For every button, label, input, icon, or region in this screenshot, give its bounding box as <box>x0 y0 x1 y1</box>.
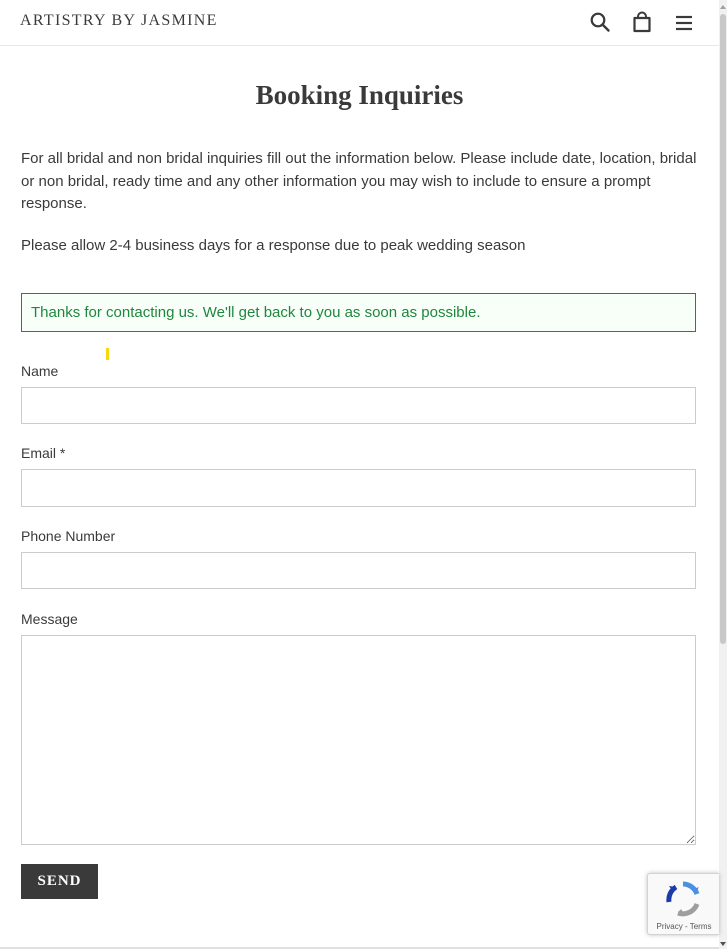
name-input[interactable] <box>21 387 696 424</box>
phone-label: Phone Number <box>21 528 116 544</box>
scroll-up-arrow-icon[interactable] <box>719 0 727 12</box>
scrollbar-thumb[interactable] <box>720 14 726 644</box>
page-title: Booking Inquiries <box>255 80 464 110</box>
scroll-down-arrow-icon[interactable] <box>719 937 727 949</box>
recaptcha-separator: - <box>682 922 690 931</box>
notice-text: Please allow 2-4 business days for a res… <box>21 237 526 254</box>
send-button[interactable]: SEND <box>21 864 98 899</box>
text-cursor-marker <box>106 348 109 360</box>
site-header: ARTISTRY BY JASMINE <box>0 0 719 46</box>
message-textarea[interactable] <box>21 635 696 845</box>
cart-icon[interactable] <box>631 11 653 33</box>
message-label: Message <box>21 611 78 627</box>
recaptcha-logo-icon <box>664 880 702 918</box>
name-label: Name <box>21 363 59 379</box>
search-icon[interactable] <box>589 11 611 33</box>
vertical-scrollbar[interactable] <box>719 0 727 949</box>
phone-input[interactable] <box>21 552 696 589</box>
success-message: Thanks for contacting us. We'll get back… <box>21 293 696 332</box>
menu-icon[interactable] <box>673 11 695 33</box>
recaptcha-terms-link[interactable]: Terms <box>690 922 712 931</box>
site-logo[interactable]: ARTISTRY BY JASMINE <box>20 12 218 30</box>
intro-text: For all bridal and non bridal inquiries … <box>21 150 697 212</box>
recaptcha-privacy-link[interactable]: Privacy <box>657 922 683 931</box>
email-input[interactable] <box>21 469 696 507</box>
email-label: Email * <box>21 445 66 461</box>
recaptcha-badge[interactable]: Privacy - Terms <box>647 873 719 935</box>
recaptcha-links: Privacy - Terms <box>648 922 720 931</box>
